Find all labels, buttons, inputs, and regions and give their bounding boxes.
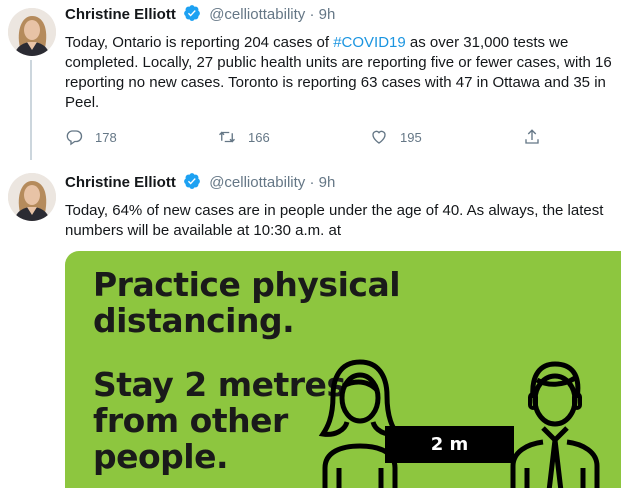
author-handle[interactable]: @celliottability bbox=[209, 174, 305, 191]
avatar-photo bbox=[8, 173, 56, 221]
tweet-header: Christine Elliott @celliottability · 9h bbox=[65, 172, 335, 193]
share-button[interactable] bbox=[523, 127, 553, 147]
like-button[interactable]: 195 bbox=[370, 127, 422, 147]
thread-connector bbox=[30, 60, 32, 160]
avatar[interactable] bbox=[8, 173, 56, 221]
reply-button[interactable]: 178 bbox=[65, 127, 117, 147]
media-heading: Practice physical distancing. bbox=[93, 265, 401, 340]
tweet-header: Christine Elliott @celliottability · 9h bbox=[65, 4, 335, 25]
tweet-media-image[interactable]: Practice physical distancing. Stay 2 met… bbox=[65, 251, 621, 488]
author-handle[interactable]: @celliottability bbox=[209, 6, 305, 23]
reply-count: 178 bbox=[95, 129, 117, 145]
media-subtext-line: Stay 2 metres bbox=[93, 365, 346, 404]
tweet-text: Today, Ontario is reporting 204 cases of… bbox=[65, 33, 621, 117]
timestamp[interactable]: 9h bbox=[319, 6, 336, 23]
tweet-text: Today, 64% of new cases are in people un… bbox=[65, 202, 608, 239]
verified-badge-icon bbox=[184, 173, 200, 189]
share-icon bbox=[525, 129, 539, 144]
timestamp[interactable]: 9h bbox=[319, 174, 336, 191]
distance-indicator: 2 m bbox=[385, 426, 514, 463]
tweet-1[interactable]: Christine Elliott @celliottability · 9h … bbox=[0, 0, 621, 160]
retweet-count: 166 bbox=[248, 129, 270, 145]
verified-badge-icon bbox=[184, 5, 200, 21]
author-name[interactable]: Christine Elliott bbox=[65, 174, 176, 191]
reply-icon bbox=[66, 130, 83, 146]
media-heading-line: Practice physical bbox=[93, 265, 401, 304]
retweet-button[interactable]: 166 bbox=[218, 127, 270, 147]
separator-dot: · bbox=[309, 174, 315, 191]
heart-icon bbox=[372, 130, 386, 144]
separator-dot: · bbox=[309, 6, 315, 23]
tweet-text-part: Today, Ontario is reporting 204 cases of bbox=[65, 34, 334, 51]
avatar-photo bbox=[8, 8, 56, 56]
media-subtext-line: people. bbox=[93, 437, 229, 476]
tweet-actions: 178 166 195 bbox=[65, 127, 545, 147]
like-count: 195 bbox=[400, 129, 422, 145]
retweet-icon bbox=[219, 131, 235, 143]
avatar[interactable] bbox=[8, 8, 56, 56]
media-heading-line: distancing. bbox=[93, 301, 295, 340]
man-figure-icon bbox=[510, 361, 600, 488]
hashtag-link[interactable]: #COVID19 bbox=[333, 34, 406, 51]
media-subtext-line: from other bbox=[93, 401, 288, 440]
woman-figure-icon bbox=[318, 359, 402, 488]
author-name[interactable]: Christine Elliott bbox=[65, 6, 176, 23]
media-subtext: Stay 2 metres from other people. bbox=[93, 367, 346, 475]
